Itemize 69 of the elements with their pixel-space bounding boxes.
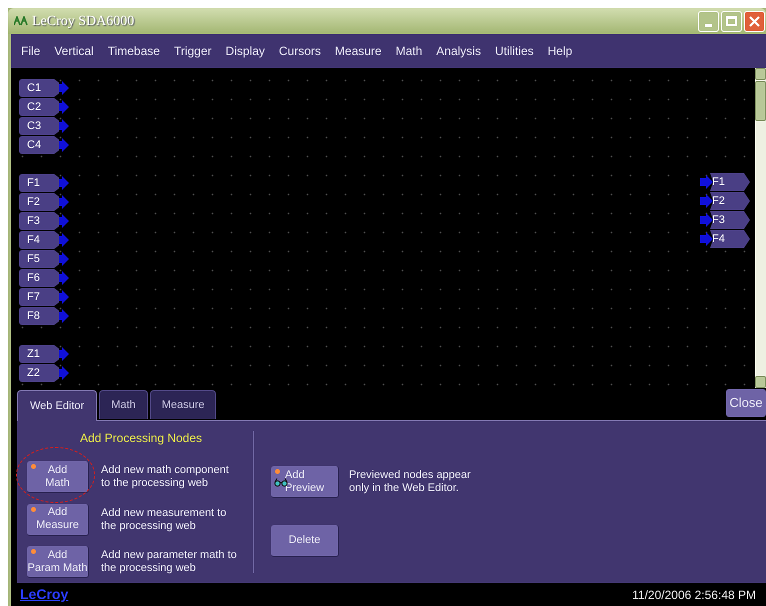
maximize-button[interactable] xyxy=(721,10,742,32)
menu-item[interactable]: Math xyxy=(396,42,422,60)
menu-item[interactable]: Cursors xyxy=(278,42,321,60)
window-title: LeCroy SDA6000 xyxy=(32,12,134,30)
close-window-button[interactable] xyxy=(744,10,765,32)
date-time: 11/20/2006 2:56:48 PM xyxy=(632,586,756,604)
arrow-icon xyxy=(56,119,69,133)
minimize-button[interactable] xyxy=(698,10,719,32)
output-node[interactable]: F1 xyxy=(710,173,750,191)
arrow-icon xyxy=(56,138,69,152)
delete-button[interactable]: Delete xyxy=(271,525,339,557)
close-button[interactable]: Close xyxy=(726,389,766,417)
menu-item[interactable]: Help xyxy=(548,42,572,60)
close-icon xyxy=(749,16,760,26)
input-node[interactable]: F2 xyxy=(19,193,59,211)
input-node[interactable]: C2 xyxy=(19,98,59,116)
arrow-icon xyxy=(700,194,713,208)
arrow-icon xyxy=(56,347,69,361)
input-node[interactable]: F6 xyxy=(19,269,59,287)
output-node[interactable]: F4 xyxy=(710,230,750,248)
input-node[interactable]: F4 xyxy=(19,231,59,249)
menu-item[interactable]: Vertical xyxy=(54,42,94,60)
arrow-icon xyxy=(700,232,713,246)
tab[interactable]: Web Editor xyxy=(17,390,98,421)
menu-item[interactable]: Timebase xyxy=(108,42,160,60)
add-button[interactable]: Add Measure xyxy=(27,504,89,536)
arrow-icon xyxy=(56,100,69,114)
arrow-icon xyxy=(56,176,69,190)
menu-item[interactable]: Utilities xyxy=(494,42,534,60)
input-node[interactable]: F7 xyxy=(19,288,59,306)
menu-item[interactable]: File xyxy=(21,42,40,60)
arrow-icon xyxy=(56,252,69,266)
action-description: Add new math component to the processing web xyxy=(101,464,229,490)
output-node[interactable]: F3 xyxy=(710,211,750,229)
input-node[interactable]: F8 xyxy=(19,307,59,325)
arrow-icon xyxy=(700,175,713,189)
input-node[interactable]: F5 xyxy=(19,250,59,268)
arrow-icon xyxy=(56,309,69,323)
menu-item[interactable]: Analysis xyxy=(436,42,481,60)
add-preview-button[interactable]: Add Preview xyxy=(271,466,339,498)
arrow-icon xyxy=(56,271,69,285)
preview-description: Previewed nodes appear only in the Web Editor. xyxy=(349,469,471,495)
add-button[interactable]: Add Math xyxy=(27,461,89,493)
menu-item[interactable]: Trigger xyxy=(174,42,212,60)
scroll-bar[interactable] xyxy=(755,68,766,388)
arrow-icon xyxy=(56,366,69,380)
input-node[interactable]: F1 xyxy=(19,174,59,192)
menu-item[interactable]: Measure xyxy=(334,42,382,60)
input-node[interactable]: Z1 xyxy=(19,345,59,363)
input-node[interactable]: C3 xyxy=(19,117,59,135)
input-node[interactable]: C1 xyxy=(19,79,59,97)
input-node[interactable]: F3 xyxy=(19,212,59,230)
logo-icon xyxy=(14,16,28,26)
add-button[interactable]: Add Param Math xyxy=(27,546,89,578)
arrow-icon xyxy=(56,290,69,304)
panel-heading: Add Processing Nodes xyxy=(80,430,202,447)
arrow-icon xyxy=(56,81,69,95)
action-description: Add new parameter math to the processing web xyxy=(101,549,237,576)
arrow-icon xyxy=(56,195,69,209)
menu-item[interactable]: Display xyxy=(226,42,265,60)
input-node[interactable]: Z2 xyxy=(19,364,59,382)
input-node[interactable]: C4 xyxy=(19,136,59,154)
arrow-icon xyxy=(700,213,713,227)
arrow-icon xyxy=(56,214,69,228)
arrow-icon xyxy=(56,233,69,247)
tab[interactable]: Math xyxy=(99,390,148,419)
tab[interactable]: Measure xyxy=(150,390,216,419)
action-description: Add new measurement to the processing web xyxy=(101,506,226,533)
output-node[interactable]: F2 xyxy=(710,192,750,210)
